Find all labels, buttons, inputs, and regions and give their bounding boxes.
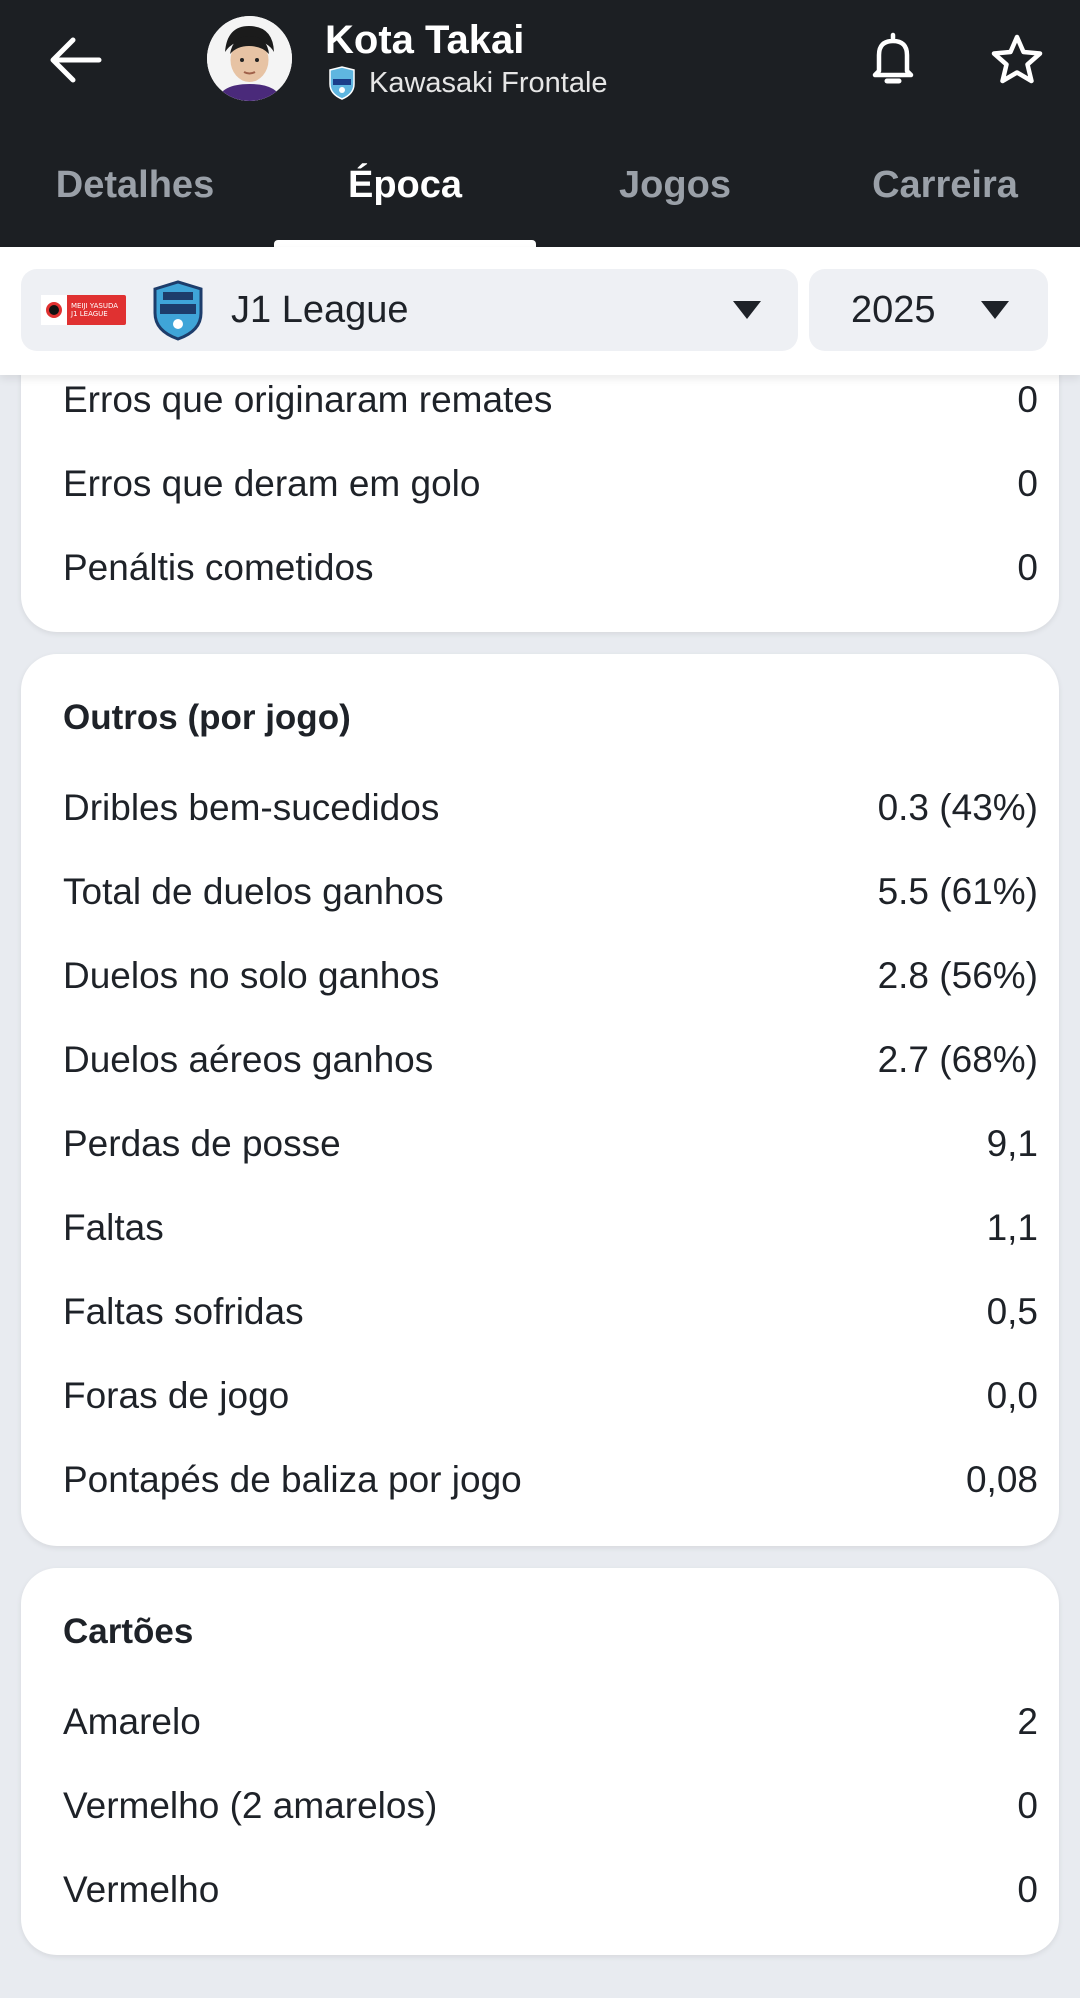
stat-label: Foras de jogo <box>63 1375 290 1416</box>
player-avatar <box>207 16 292 101</box>
card-title: Cartões <box>63 1612 194 1651</box>
team-info: Kawasaki Frontale <box>327 66 608 100</box>
stat-value: 0 <box>1017 463 1038 504</box>
team-name: Kawasaki Frontale <box>369 66 608 99</box>
stat-label: Erros que deram em golo <box>63 463 481 504</box>
stat-label: Faltas <box>63 1207 164 1248</box>
tab-details[interactable]: Detalhes <box>0 135 270 247</box>
stat-value: 0,0 <box>986 1375 1038 1416</box>
player-name: Kota Takai <box>325 18 525 62</box>
stat-label: Total de duelos ganhos <box>63 871 444 912</box>
stat-label: Vermelho (2 amarelos) <box>63 1785 438 1826</box>
stat-value: 5.5 (61%) <box>877 871 1038 912</box>
stat-value: 0,5 <box>986 1291 1038 1332</box>
stat-value: 2.7 (68%) <box>877 1039 1038 1080</box>
stat-row: Pontapés de baliza por jogo 0,08 <box>63 1450 1038 1510</box>
stat-row: Duelos aéreos ganhos 2.7 (68%) <box>63 1030 1038 1090</box>
bell-icon <box>872 32 914 84</box>
stat-value: 0 <box>1017 547 1038 588</box>
tab-bar: Detalhes Época Jogos Carreira <box>0 135 1080 247</box>
stat-label: Duelos no solo ganhos <box>63 955 440 996</box>
stat-label: Dribles bem-sucedidos <box>63 787 440 828</box>
stat-label: Erros que originaram remates <box>63 379 553 420</box>
stat-value: 9,1 <box>986 1123 1038 1164</box>
stat-value: 0.3 (43%) <box>877 787 1038 828</box>
stat-row: Dribles bem-sucedidos 0.3 (43%) <box>63 778 1038 838</box>
stat-value: 0 <box>1017 379 1038 420</box>
stat-row: Erros que originaram remates 0 <box>63 370 1038 430</box>
favorite-button[interactable] <box>986 28 1048 90</box>
team-crest-icon <box>153 280 203 341</box>
stat-row: Faltas sofridas 0,5 <box>63 1282 1038 1342</box>
app-header: Kota Takai Kawasaki Frontale Detalhes Ép… <box>0 0 1080 247</box>
stat-label: Pontapés de baliza por jogo <box>63 1459 522 1500</box>
stat-label: Faltas sofridas <box>63 1291 304 1332</box>
tab-matches[interactable]: Jogos <box>540 135 810 247</box>
arrow-left-icon <box>50 37 102 83</box>
year-select[interactable]: 2025 <box>809 269 1048 351</box>
league-select[interactable]: MEIJI YASUDA J1 LEAGUE J1 League <box>21 269 798 351</box>
stat-row: Foras de jogo 0,0 <box>63 1366 1038 1426</box>
stat-value: 2.8 (56%) <box>877 955 1038 996</box>
stat-label: Vermelho <box>63 1869 220 1910</box>
year-value: 2025 <box>851 289 936 331</box>
stat-row: Faltas 1,1 <box>63 1198 1038 1258</box>
stat-row: Perdas de posse 9,1 <box>63 1114 1038 1174</box>
stat-label: Amarelo <box>63 1701 201 1742</box>
league-logo: MEIJI YASUDA J1 LEAGUE <box>41 295 126 325</box>
filter-bar: MEIJI YASUDA J1 LEAGUE J1 League 2025 <box>0 247 1080 375</box>
stat-value: 1,1 <box>986 1207 1038 1248</box>
back-button[interactable] <box>40 30 110 90</box>
stat-row: Amarelo 2 <box>63 1692 1038 1752</box>
other-stats-card: Outros (por jogo) Dribles bem-sucedidos … <box>21 654 1059 1546</box>
caret-down-icon <box>981 301 1009 319</box>
stat-row: Total de duelos ganhos 5.5 (61%) <box>63 862 1038 922</box>
stat-value: 2 <box>1017 1701 1038 1742</box>
star-icon <box>991 34 1043 84</box>
tab-season[interactable]: Época <box>270 135 540 247</box>
stat-label: Duelos aéreos ganhos <box>63 1039 434 1080</box>
cards-card: Cartões Amarelo 2 Vermelho (2 amarelos) … <box>21 1568 1059 1955</box>
league-name: J1 League <box>231 289 409 331</box>
stat-value: 0,08 <box>965 1459 1038 1500</box>
stat-row: Penáltis cometidos 0 <box>63 538 1038 598</box>
stat-row: Vermelho (2 amarelos) 0 <box>63 1776 1038 1836</box>
errors-card: Erros que originaram remates 0 Erros que… <box>21 330 1059 632</box>
tab-career[interactable]: Carreira <box>810 135 1080 247</box>
stat-label: Perdas de posse <box>63 1123 341 1164</box>
stat-value: 0 <box>1017 1785 1038 1826</box>
team-logo <box>329 66 355 100</box>
caret-down-icon <box>733 301 761 319</box>
stat-row: Vermelho 0 <box>63 1860 1038 1920</box>
notifications-button[interactable] <box>862 28 924 90</box>
stat-label: Penáltis cometidos <box>63 547 374 588</box>
stat-row: Erros que deram em golo 0 <box>63 454 1038 514</box>
card-title: Outros (por jogo) <box>63 698 351 737</box>
stat-row: Duelos no solo ganhos 2.8 (56%) <box>63 946 1038 1006</box>
stat-value: 0 <box>1017 1869 1038 1910</box>
